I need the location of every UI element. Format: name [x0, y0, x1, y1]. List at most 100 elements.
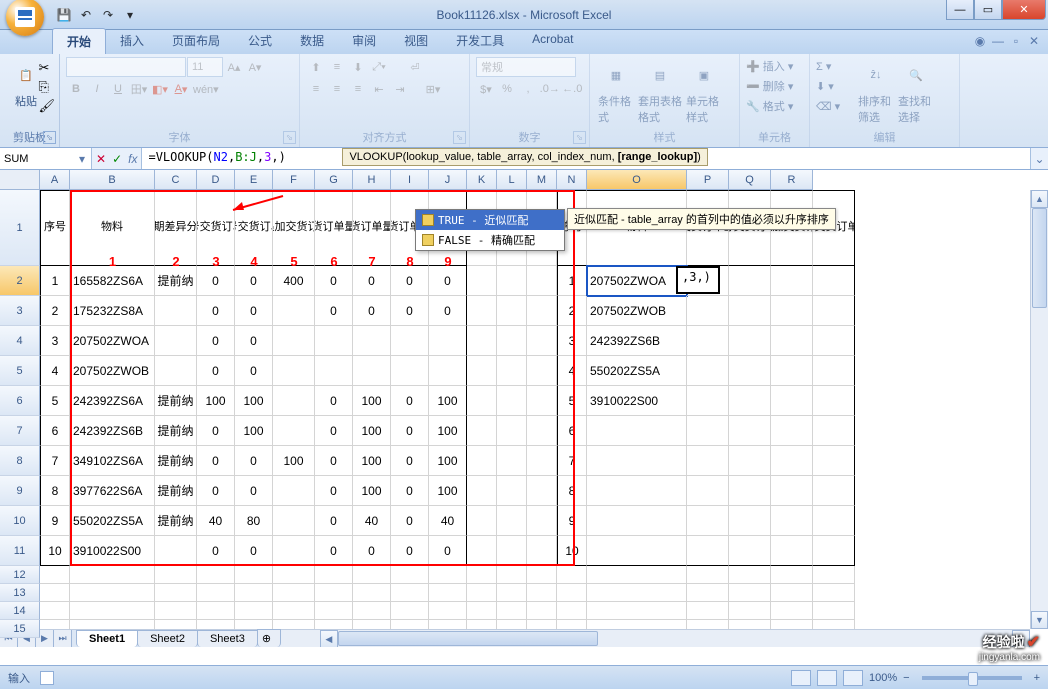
align-center-icon[interactable]: ≡: [327, 79, 347, 99]
cell[interactable]: [197, 566, 235, 584]
cell[interactable]: [467, 266, 497, 296]
row-header-15[interactable]: 15: [0, 620, 40, 638]
sheet-tab-Sheet3[interactable]: Sheet3: [197, 630, 258, 647]
row-header-12[interactable]: 12: [0, 566, 40, 584]
tab-插入[interactable]: 插入: [106, 28, 158, 54]
cell[interactable]: 9: [557, 506, 587, 536]
cell[interactable]: [729, 416, 771, 446]
cell[interactable]: [687, 446, 729, 476]
tab-视图[interactable]: 视图: [390, 28, 442, 54]
cell[interactable]: [429, 326, 467, 356]
cell[interactable]: [155, 356, 197, 386]
cell[interactable]: 19号交货订单量: [235, 190, 273, 266]
cell[interactable]: [235, 584, 273, 602]
cell[interactable]: [813, 296, 855, 326]
cell[interactable]: 550202ZS5A: [70, 506, 155, 536]
cell[interactable]: [587, 446, 687, 476]
col-header-F[interactable]: F: [273, 170, 315, 190]
cell[interactable]: 100: [197, 386, 235, 416]
phonetic-button[interactable]: wén▾: [192, 79, 220, 99]
cell[interactable]: [587, 584, 687, 602]
cell[interactable]: [273, 584, 315, 602]
cell[interactable]: 0: [235, 326, 273, 356]
cell[interactable]: [527, 602, 557, 620]
cell[interactable]: [813, 476, 855, 506]
cell[interactable]: 0: [315, 266, 353, 296]
cell[interactable]: [557, 566, 587, 584]
normal-view-icon[interactable]: [791, 670, 811, 686]
cell[interactable]: [527, 476, 557, 506]
cut-icon[interactable]: ✂: [38, 60, 55, 76]
cell[interactable]: [687, 584, 729, 602]
col-header-A[interactable]: A: [40, 170, 70, 190]
shrink-font-icon[interactable]: A▾: [245, 57, 265, 77]
doc-close-icon[interactable]: ✕: [1026, 33, 1042, 49]
hscroll-thumb[interactable]: [338, 631, 598, 646]
cell[interactable]: 0: [315, 416, 353, 446]
cell[interactable]: [315, 584, 353, 602]
cell[interactable]: 0: [391, 266, 429, 296]
cell[interactable]: 100: [235, 416, 273, 446]
cell[interactable]: [273, 386, 315, 416]
cell[interactable]: [729, 326, 771, 356]
cell[interactable]: [273, 602, 315, 620]
cell[interactable]: 0: [391, 506, 429, 536]
cell[interactable]: 207502ZWOB: [587, 296, 687, 326]
col-header-K[interactable]: K: [467, 170, 497, 190]
cell[interactable]: [315, 356, 353, 386]
cell[interactable]: [771, 602, 813, 620]
indent-dec-icon[interactable]: ⇤: [369, 79, 389, 99]
name-box[interactable]: ▾: [0, 148, 92, 169]
cell[interactable]: [273, 356, 315, 386]
cell[interactable]: [771, 326, 813, 356]
formula-input[interactable]: =VLOOKUP(N2,B:J,3,) VLOOKUP(lookup_value…: [141, 148, 1030, 169]
cells-area[interactable]: 序号物料纳期差异分析18号交货订单量19号交货订单量4号追加交货订单量货订单量货…: [40, 190, 1030, 629]
cell[interactable]: [687, 356, 729, 386]
cell[interactable]: [391, 584, 429, 602]
row-header-14[interactable]: 14: [0, 602, 40, 620]
cell[interactable]: [813, 536, 855, 566]
cell[interactable]: 0: [429, 536, 467, 566]
cell[interactable]: [771, 584, 813, 602]
cell[interactable]: 货订单量: [315, 190, 353, 266]
cell[interactable]: 0: [197, 416, 235, 446]
cell[interactable]: [429, 602, 467, 620]
clear-button[interactable]: ⌫ ▾: [816, 97, 856, 117]
currency-icon[interactable]: $▾: [476, 79, 496, 99]
cell[interactable]: [687, 386, 729, 416]
fx-icon[interactable]: fx: [128, 152, 137, 166]
zoom-level[interactable]: 100%: [869, 672, 897, 684]
cell[interactable]: 提前纳: [155, 446, 197, 476]
cell[interactable]: [155, 602, 197, 620]
bold-button[interactable]: B: [66, 79, 86, 99]
cell[interactable]: [687, 476, 729, 506]
cell[interactable]: [391, 356, 429, 386]
cell[interactable]: [353, 584, 391, 602]
wrap-text-button[interactable]: ⏎: [390, 57, 440, 77]
cell[interactable]: 5: [40, 386, 70, 416]
cell[interactable]: [40, 566, 70, 584]
cell[interactable]: [497, 476, 527, 506]
cell[interactable]: 3910022S00: [70, 536, 155, 566]
cell[interactable]: 3977622S6A: [70, 476, 155, 506]
autosum-button[interactable]: Σ ▾: [816, 57, 856, 77]
cell[interactable]: 100: [429, 446, 467, 476]
cell[interactable]: [771, 536, 813, 566]
row-header-9[interactable]: 9: [0, 476, 40, 506]
new-sheet-icon[interactable]: ⊕: [257, 629, 281, 647]
cell[interactable]: [467, 326, 497, 356]
cell[interactable]: [467, 416, 497, 446]
cell[interactable]: [497, 326, 527, 356]
cell[interactable]: [771, 476, 813, 506]
merge-button[interactable]: ⊞▾: [411, 79, 455, 99]
col-header-I[interactable]: I: [391, 170, 429, 190]
cell[interactable]: 0: [235, 536, 273, 566]
cell[interactable]: [729, 266, 771, 296]
col-header-B[interactable]: B: [70, 170, 155, 190]
cell[interactable]: 0: [235, 446, 273, 476]
cell[interactable]: [467, 356, 497, 386]
cell[interactable]: 0: [197, 326, 235, 356]
cell[interactable]: 4: [557, 356, 587, 386]
cell[interactable]: [467, 476, 497, 506]
cell[interactable]: [273, 536, 315, 566]
